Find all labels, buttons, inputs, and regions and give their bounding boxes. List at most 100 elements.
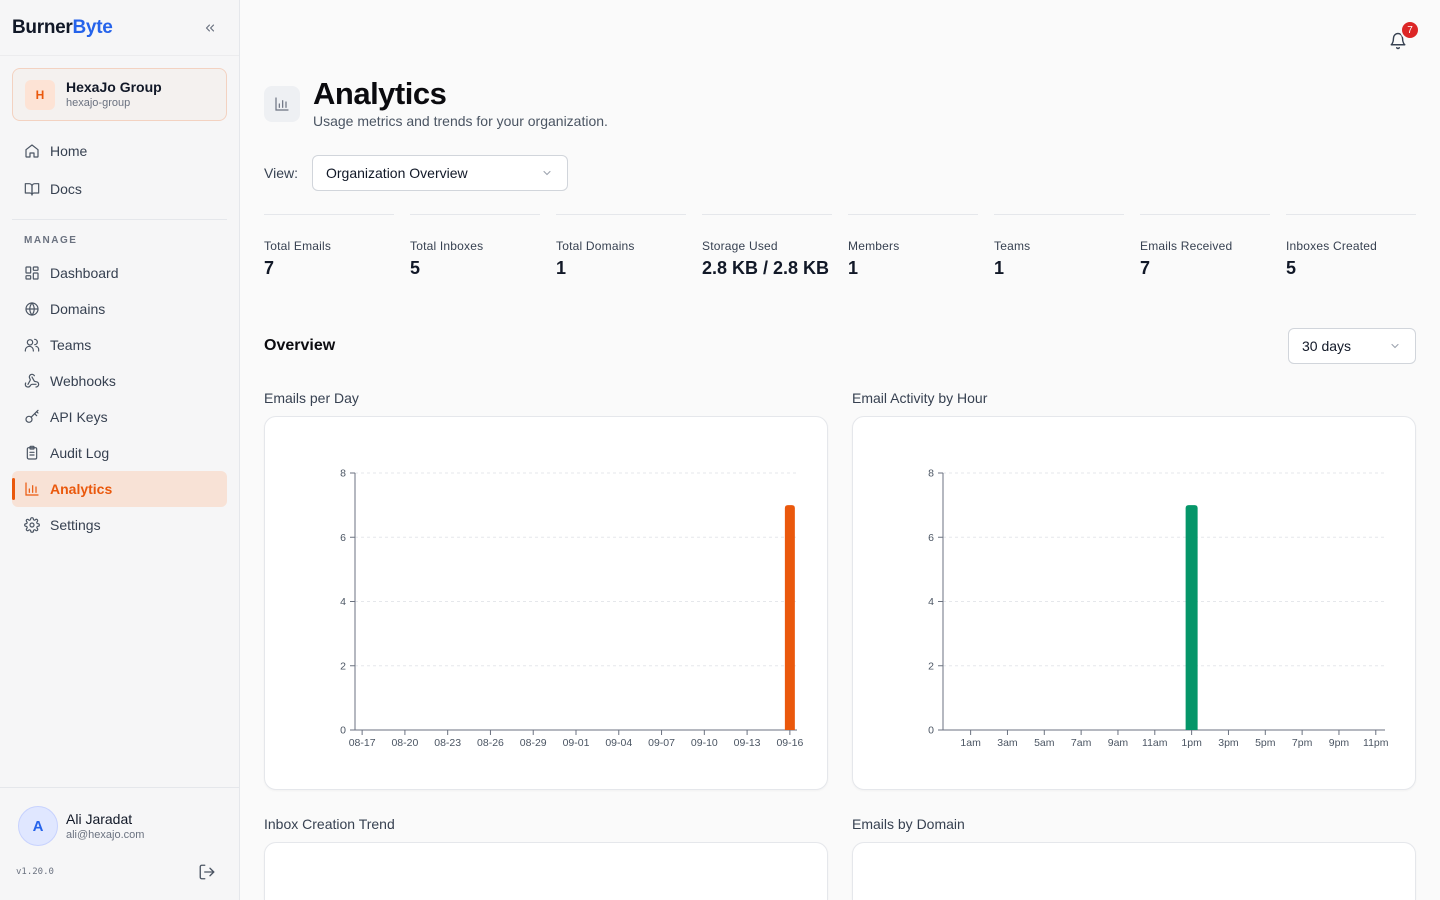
- range-select[interactable]: 30 days: [1288, 328, 1416, 364]
- sidebar-item-settings[interactable]: Settings: [12, 507, 227, 543]
- y-tick-label: 0: [928, 725, 934, 737]
- org-switcher[interactable]: H HexaJo Group hexajo-group: [12, 68, 227, 121]
- sidebar-item-label: Dashboard: [50, 265, 119, 281]
- sidebar-item-webhooks[interactable]: Webhooks: [12, 363, 227, 399]
- dashboard-icon: [23, 265, 40, 282]
- view-select-value: Organization Overview: [326, 165, 468, 181]
- x-tick-label: 3pm: [1218, 737, 1239, 749]
- brand-name-part2: Byte: [72, 16, 113, 38]
- nav-divider: [12, 219, 227, 220]
- user-profile[interactable]: A Ali Jaradat ali@hexajo.com: [18, 806, 144, 846]
- brand-logo[interactable]: BurnerByte: [12, 16, 113, 39]
- y-tick-label: 2: [340, 660, 346, 672]
- x-tick-label: 08-20: [391, 737, 418, 749]
- chart-title-inbox-creation-trend: Inbox Creation Trend: [264, 816, 395, 832]
- sidebar-item-teams[interactable]: Teams: [12, 327, 227, 363]
- y-tick-label: 6: [928, 532, 934, 544]
- sidebar-item-api-keys[interactable]: API Keys: [12, 399, 227, 435]
- bar: [1185, 505, 1198, 730]
- sidebar-item-label: Domains: [50, 301, 106, 317]
- x-tick-label: 9pm: [1329, 737, 1350, 749]
- home-icon: [23, 143, 40, 160]
- chart-title-emails-per-day: Emails per Day: [264, 390, 359, 406]
- x-tick-label: 08-29: [520, 737, 547, 749]
- x-tick-label: 08-23: [434, 737, 461, 749]
- stat-value: 5: [1286, 258, 1297, 278]
- view-label: View:: [264, 165, 298, 181]
- stat-label: Teams: [994, 239, 1031, 253]
- x-tick-label: 11am: [1142, 737, 1168, 749]
- brand-name-part1: Burner: [12, 16, 73, 38]
- y-tick-label: 4: [340, 596, 346, 608]
- x-tick-label: 09-10: [691, 737, 718, 749]
- page-subtitle: Usage metrics and trends for your organi…: [313, 113, 608, 129]
- stat-label: Total Inboxes: [410, 239, 484, 253]
- x-tick-label: 7am: [1071, 737, 1092, 749]
- stat-inboxes-created: Inboxes Created 5: [1286, 214, 1416, 279]
- sidebar-item-label: Settings: [50, 517, 101, 533]
- stat-label: Members: [848, 239, 900, 253]
- gear-icon: [23, 517, 40, 534]
- sidebar-item-audit-log[interactable]: Audit Log: [12, 435, 227, 471]
- x-tick-label: 7pm: [1292, 737, 1313, 749]
- chevrons-left-icon: [205, 24, 215, 31]
- chart-card-emails-by-domain: [852, 842, 1416, 900]
- stat-members: Members 1: [848, 214, 978, 279]
- stat-value: 7: [264, 258, 275, 278]
- sidebar-item-label: Audit Log: [50, 445, 110, 461]
- email-activity-by-hour-chart: 0 2 4 6 8 1am 3am 5am 7am 9am 11am 1pm 3pm 5pm 7pm 9pm 1…: [928, 468, 1389, 750]
- stat-label: Total Emails: [264, 239, 332, 253]
- logout-button[interactable]: [198, 863, 216, 881]
- collapse-sidebar-button[interactable]: [199, 17, 221, 39]
- org-name: HexaJo Group: [66, 79, 162, 95]
- bar-chart-icon: [275, 97, 289, 111]
- user-divider: [0, 787, 240, 788]
- section-label-manage: MANAGE: [24, 235, 78, 246]
- org-avatar: H: [25, 79, 55, 110]
- sidebar-item-label: Analytics: [50, 481, 113, 497]
- x-tick-label: 3am: [997, 737, 1018, 749]
- stat-total-inboxes: Total Inboxes 5: [410, 214, 540, 279]
- x-tick-label: 08-26: [477, 737, 504, 749]
- y-tick-label: 0: [340, 725, 346, 737]
- x-tick-label: 11pm: [1363, 737, 1389, 749]
- stat-value: 7: [1140, 258, 1151, 278]
- book-icon: [23, 181, 40, 198]
- clipboard-icon: [23, 445, 40, 462]
- stat-storage-used: Storage Used 2.8 KB / 2.8 KB: [702, 214, 832, 279]
- sidebar-item-dashboard[interactable]: Dashboard: [12, 255, 227, 291]
- bar: [784, 505, 795, 730]
- main-content: 7 Analytics Usage metrics and trends for…: [241, 0, 1440, 900]
- view-select[interactable]: Organization Overview: [312, 155, 568, 191]
- range-select-value: 30 days: [1302, 338, 1352, 354]
- sidebar-item-analytics[interactable]: Analytics: [12, 471, 227, 507]
- chart-card-emails-per-day: 0 2 4 6 8 08-17 08-20 08-23 08-26 08-29 09-01 09-04…: [264, 416, 828, 790]
- nav-top: Home Docs: [12, 133, 227, 207]
- x-tick-label: 5pm: [1255, 737, 1276, 749]
- stat-teams: Teams 1: [994, 214, 1124, 279]
- webhook-icon: [23, 373, 40, 390]
- x-tick-label: 09-04: [605, 737, 632, 749]
- sidebar-item-label: Teams: [50, 337, 92, 353]
- overview-title: Overview: [264, 337, 336, 354]
- sidebar-item-home[interactable]: Home: [12, 133, 227, 169]
- users-icon: [23, 337, 40, 354]
- x-tick-label: 08-17: [349, 737, 376, 749]
- logout-icon: [199, 864, 215, 880]
- x-tick-label: 09-16: [776, 737, 803, 749]
- nav-manage: Dashboard Domains Teams Webhooks API Key…: [12, 255, 227, 543]
- stat-label: Storage Used: [702, 239, 778, 253]
- emails-per-day-chart: 0 2 4 6 8 08-17 08-20 08-23 08-26 08-29 09-01 09-04…: [340, 468, 803, 750]
- sidebar-item-label: Home: [50, 143, 88, 159]
- globe-icon: [23, 301, 40, 318]
- sidebar-item-docs[interactable]: Docs: [12, 171, 227, 207]
- org-slug: hexajo-group: [66, 97, 131, 109]
- stat-value: 1: [994, 258, 1005, 278]
- chevron-down-icon: [543, 170, 551, 176]
- sidebar-item-domains[interactable]: Domains: [12, 291, 227, 327]
- stat-total-emails: Total Emails 7: [264, 214, 394, 279]
- chart-card-email-activity-by-hour: 0 2 4 6 8 1am 3am 5am 7am 9am 11am 1pm 3pm 5pm 7pm 9pm 1…: [852, 416, 1416, 790]
- y-tick-label: 8: [340, 468, 346, 480]
- stat-label: Emails Received: [1140, 239, 1233, 253]
- chart-title-email-activity-by-hour: Email Activity by Hour: [852, 390, 988, 406]
